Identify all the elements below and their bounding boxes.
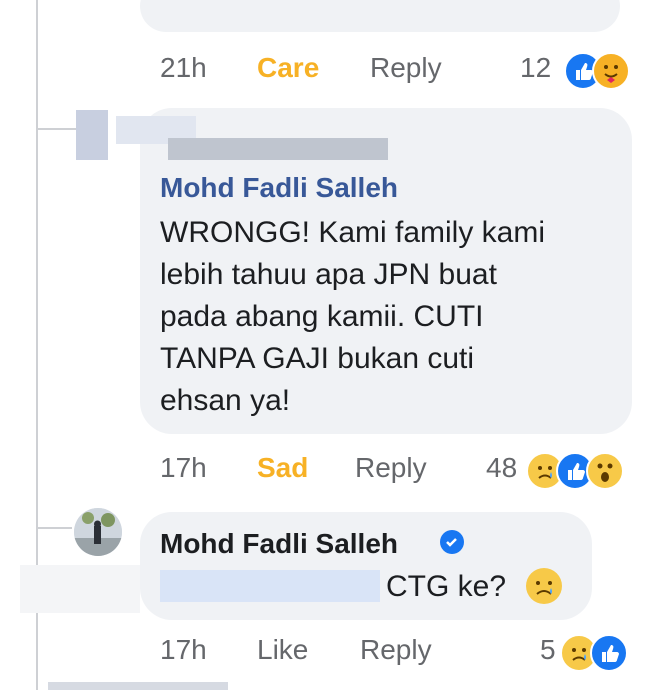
avatar[interactable] bbox=[74, 508, 122, 556]
comment-bubble-previous bbox=[140, 0, 620, 32]
comment2-reaction-sad[interactable]: Sad bbox=[257, 452, 308, 484]
comment2-author-name[interactable]: Mohd Fadli Salleh bbox=[160, 172, 398, 204]
redacted-overlay bbox=[20, 565, 140, 613]
verified-badge-icon bbox=[440, 530, 464, 554]
comment2-text: WRONGG! Kami family kami lebih tahuu apa… bbox=[160, 212, 620, 422]
redacted-name-2 bbox=[168, 138, 388, 160]
thread-connector-1 bbox=[36, 128, 76, 130]
comment2-reaction-count[interactable]: 48 bbox=[486, 452, 517, 484]
comment3-like-button[interactable]: Like bbox=[257, 634, 308, 666]
comment2-time[interactable]: 17h bbox=[160, 452, 207, 484]
thread-connector-2 bbox=[36, 527, 72, 529]
comment1-time[interactable]: 21h bbox=[160, 52, 207, 84]
comment2-reply-button[interactable]: Reply bbox=[355, 452, 427, 484]
wow-icon bbox=[586, 452, 624, 490]
comment3-time[interactable]: 17h bbox=[160, 634, 207, 666]
care-icon bbox=[592, 52, 630, 90]
comment1-reaction-care[interactable]: Care bbox=[257, 52, 319, 84]
comment2-text-line: lebih tahuu apa JPN buat bbox=[160, 258, 497, 291]
comment2-text-line: ehsan ya! bbox=[160, 384, 291, 417]
comment2-text-line: pada abang kamii. CUTI bbox=[160, 300, 484, 333]
sad-face-icon bbox=[526, 568, 562, 604]
comment1-reaction-count[interactable]: 12 bbox=[520, 52, 551, 84]
comment3-author-name[interactable]: Mohd Fadli Salleh bbox=[160, 528, 398, 560]
redacted-mention bbox=[160, 570, 380, 602]
like-icon bbox=[590, 634, 628, 672]
comment2-text-line: TANPA GAJI bukan cuti bbox=[160, 342, 475, 375]
comment3-reaction-count[interactable]: 5 bbox=[540, 634, 556, 666]
comment1-reply-button[interactable]: Reply bbox=[370, 52, 442, 84]
comment2-text-line: WRONGG! Kami family kami bbox=[160, 216, 546, 249]
comment3-reply-button[interactable]: Reply bbox=[360, 634, 432, 666]
redacted-profile-strip bbox=[76, 110, 108, 160]
redacted-bottom-strip bbox=[48, 682, 228, 690]
comment3-text: CTG ke? bbox=[386, 570, 507, 603]
